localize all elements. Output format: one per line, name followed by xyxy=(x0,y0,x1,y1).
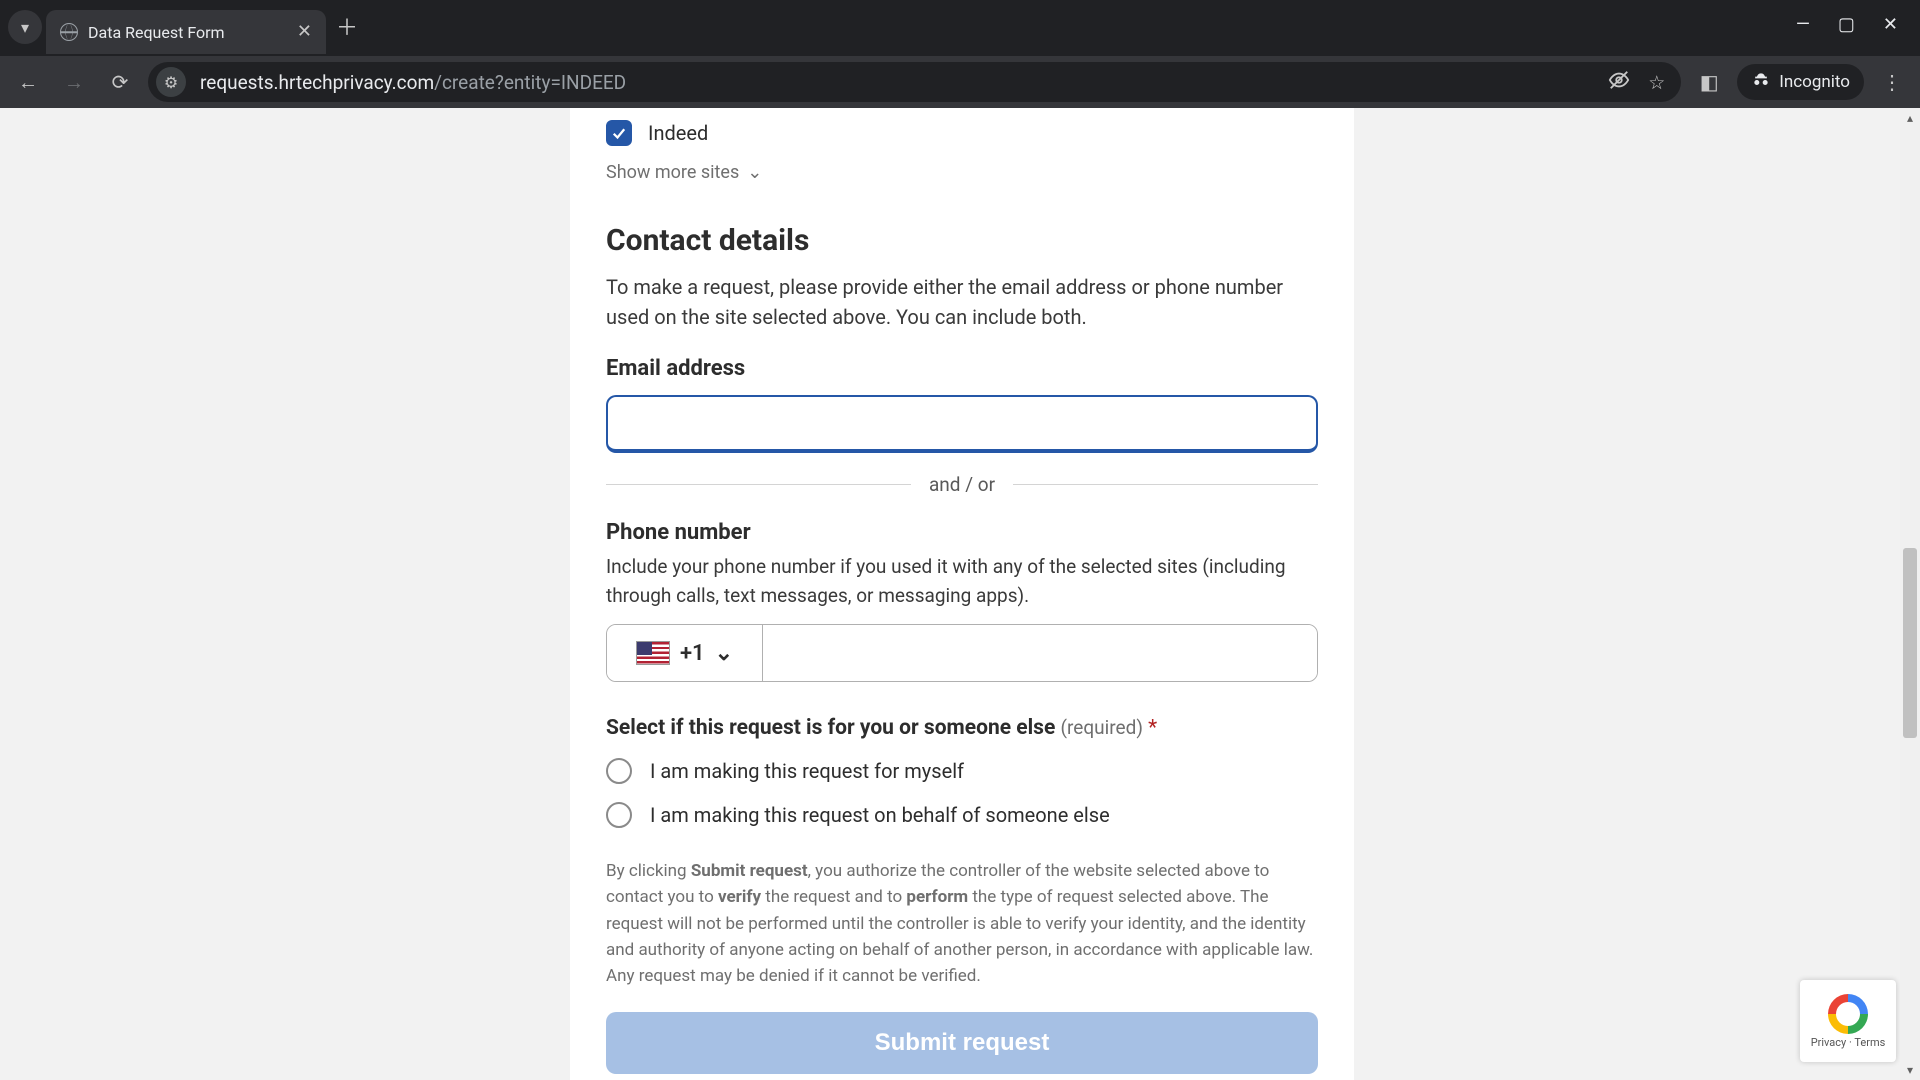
email-label: Email address xyxy=(606,356,1318,381)
divider-line xyxy=(1013,484,1318,485)
page-viewport: Indeed Show more sites ⌄ Contact details… xyxy=(0,108,1920,1080)
url-text: requests.hrtechprivacy.com/create?entity… xyxy=(200,71,1594,94)
tab-search-button[interactable]: ▾ xyxy=(8,10,42,44)
scroll-up-icon[interactable]: ▴ xyxy=(1900,108,1920,128)
radio-other-label: I am making this request on behalf of so… xyxy=(650,803,1110,827)
page-scrollbar[interactable]: ▴ ▾ xyxy=(1900,108,1920,1080)
window-controls: ― ▢ ✕ xyxy=(1796,0,1920,35)
recaptcha-badge[interactable]: Privacy · Terms xyxy=(1800,980,1896,1062)
chevron-down-icon: ▾ xyxy=(21,18,29,37)
phone-country-code: +1 xyxy=(680,641,705,666)
phone-label: Phone number xyxy=(606,520,1318,545)
url-path: /create?entity=INDEED xyxy=(434,71,626,94)
eye-off-icon[interactable] xyxy=(1608,69,1630,96)
recaptcha-icon xyxy=(1828,994,1868,1034)
site-checkbox-label: Indeed xyxy=(648,121,708,145)
check-icon xyxy=(610,124,628,142)
radio-icon xyxy=(606,758,632,784)
site-checkbox-row[interactable]: Indeed xyxy=(606,120,1318,146)
incognito-label: Incognito xyxy=(1779,72,1850,92)
incognito-indicator[interactable]: Incognito xyxy=(1737,64,1864,100)
radio-self-label: I am making this request for myself xyxy=(650,759,964,783)
new-tab-button[interactable]: ＋ xyxy=(336,18,358,40)
show-more-sites-toggle[interactable]: Show more sites ⌄ xyxy=(606,162,1318,183)
scroll-down-icon[interactable]: ▾ xyxy=(1900,1060,1920,1080)
phone-helper-text: Include your phone number if you used it… xyxy=(606,553,1318,610)
chevron-down-icon: ⌄ xyxy=(715,641,733,666)
required-star: * xyxy=(1148,716,1157,740)
address-bar-actions: ☆ xyxy=(1608,69,1673,96)
contact-details-heading: Contact details xyxy=(606,223,1318,258)
legal-text: the request and to xyxy=(761,887,906,907)
phone-input[interactable] xyxy=(763,625,1317,681)
contact-details-description: To make a request, please provide either… xyxy=(606,272,1318,332)
incognito-icon xyxy=(1751,70,1771,95)
reload-button[interactable]: ⟳ xyxy=(102,64,138,100)
legal-text: perform xyxy=(906,887,968,907)
legal-text: By clicking xyxy=(606,861,691,881)
browser-toolbar: ← → ⟳ ⚙ requests.hrtechprivacy.com/creat… xyxy=(0,56,1920,108)
flag-us-icon xyxy=(636,641,670,665)
divider-line xyxy=(606,484,911,485)
scrollbar-thumb[interactable] xyxy=(1903,548,1917,738)
radio-icon xyxy=(606,802,632,828)
url-host: requests.hrtechprivacy.com xyxy=(200,71,434,94)
toolbar-right: ◧ Incognito ⋮ xyxy=(1691,64,1910,100)
side-panel-button[interactable]: ◧ xyxy=(1691,64,1727,100)
legal-disclaimer: By clicking Submit request, you authoriz… xyxy=(606,858,1318,990)
globe-icon xyxy=(60,23,78,41)
browser-tab[interactable]: Data Request Form ✕ xyxy=(46,10,326,54)
address-bar[interactable]: ⚙ requests.hrtechprivacy.com/create?enti… xyxy=(148,62,1681,102)
site-checkbox-indeed[interactable] xyxy=(606,120,632,146)
browser-menu-button[interactable]: ⋮ xyxy=(1874,64,1910,100)
email-input[interactable] xyxy=(606,395,1318,453)
chevron-down-icon: ⌄ xyxy=(747,162,762,183)
phone-country-selector[interactable]: +1 ⌄ xyxy=(607,625,763,681)
requester-question-label: Select if this request is for you or som… xyxy=(606,716,1318,740)
legal-text: verify xyxy=(718,887,761,907)
browser-titlebar: ▾ Data Request Form ✕ ＋ ― ▢ ✕ xyxy=(0,0,1920,56)
forward-button[interactable]: → xyxy=(56,64,92,100)
tab-title: Data Request Form xyxy=(88,23,225,42)
site-settings-icon[interactable]: ⚙ xyxy=(156,67,186,97)
form-card: Indeed Show more sites ⌄ Contact details… xyxy=(570,108,1354,1080)
legal-text: Submit request xyxy=(691,861,808,881)
close-window-button[interactable]: ✕ xyxy=(1883,14,1898,35)
recaptcha-links: Privacy · Terms xyxy=(1811,1036,1886,1049)
show-more-label: Show more sites xyxy=(606,162,739,183)
close-tab-button[interactable]: ✕ xyxy=(297,23,312,41)
radio-option-other[interactable]: I am making this request on behalf of so… xyxy=(606,802,1318,828)
back-button[interactable]: ← xyxy=(10,64,46,100)
divider-text: and / or xyxy=(929,473,995,496)
radio-option-self[interactable]: I am making this request for myself xyxy=(606,758,1318,784)
requester-question-text: Select if this request is for you or som… xyxy=(606,716,1055,740)
phone-input-group: +1 ⌄ xyxy=(606,624,1318,682)
bookmark-star-icon[interactable]: ☆ xyxy=(1648,71,1665,94)
submit-request-button[interactable]: Submit request xyxy=(606,1012,1318,1074)
minimize-button[interactable]: ― xyxy=(1796,14,1810,35)
maximize-button[interactable]: ▢ xyxy=(1838,14,1855,35)
required-annotation: (required) xyxy=(1061,716,1143,739)
and-or-divider: and / or xyxy=(606,473,1318,496)
